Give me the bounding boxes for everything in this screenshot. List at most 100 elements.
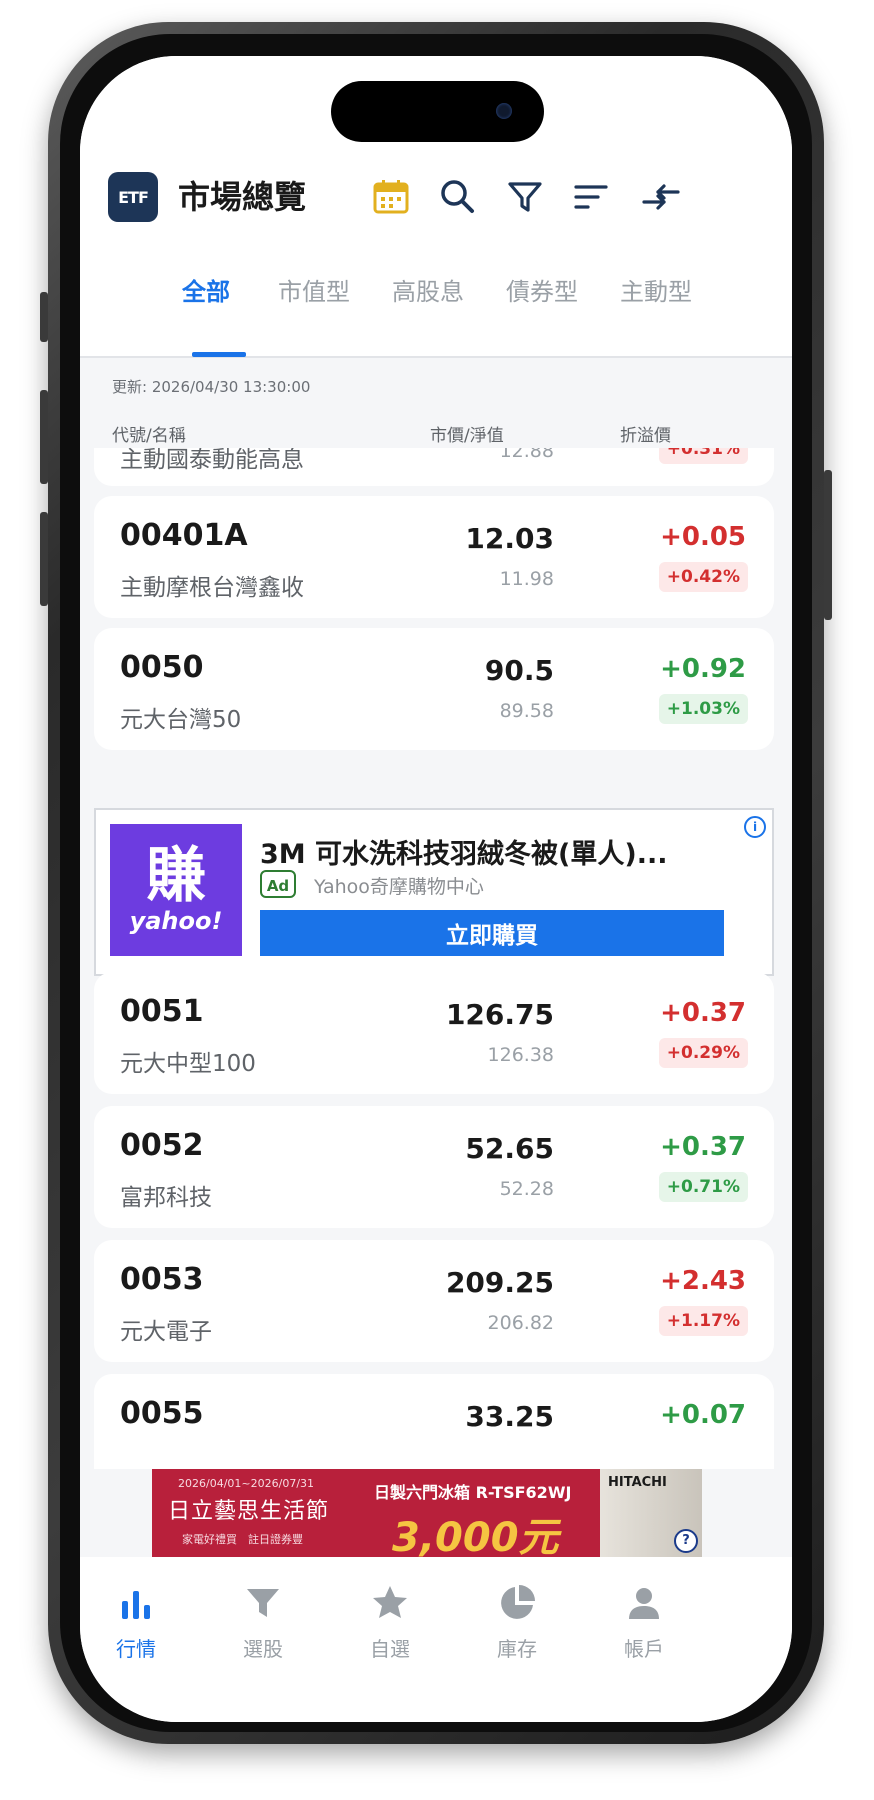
tab-indicator xyxy=(192,352,246,357)
nav-label: 選股 xyxy=(243,1637,283,1661)
etf-row[interactable]: 0050 元大台灣50 90.5 89.58 +0.92 +1.03% xyxy=(94,628,774,750)
banner-date: 2026/04/01~2026/07/31 xyxy=(178,1477,315,1490)
nav-label: 行情 xyxy=(116,1637,156,1661)
banner-headline: 日立藝思生活節 xyxy=(168,1499,330,1524)
side-button-action xyxy=(40,292,48,342)
yahoo-logo: yahoo! xyxy=(129,907,223,935)
etf-name: 元大電子 xyxy=(120,1319,212,1345)
etf-row[interactable]: 主動國泰動能高息 12.88 +0.31% xyxy=(94,448,774,486)
price-change: +0.05 xyxy=(660,522,746,552)
price-change: +0.37 xyxy=(660,1132,746,1162)
premium-percent: +0.29% xyxy=(658,1038,748,1068)
column-header-price-nav[interactable]: 市價/淨值 xyxy=(430,421,504,446)
premium-percent: +1.17% xyxy=(658,1306,748,1336)
price-change: +2.43 xyxy=(660,1266,746,1296)
tab-active[interactable]: 主動型 xyxy=(620,268,692,316)
fridge-image: HITACHI ? xyxy=(600,1469,702,1557)
etf-price: 126.75 xyxy=(445,998,554,1031)
nav-label: 帳戶 xyxy=(624,1637,664,1661)
nav-watchlist[interactable]: 自選 xyxy=(345,1583,435,1662)
search-icon[interactable] xyxy=(436,176,478,218)
tab-market-cap[interactable]: 市值型 xyxy=(278,268,350,316)
banner-product: 日製六門冰箱 R-TSF62WJ xyxy=(374,1483,572,1502)
filter-icon xyxy=(247,1589,279,1617)
etf-logo: ETF xyxy=(108,172,158,222)
promo-banner[interactable]: 2026/04/01~2026/07/31 日立藝思生活節 家電好禮買 註日證券… xyxy=(152,1469,702,1557)
etf-nav: 89.58 xyxy=(499,700,554,722)
app-screen: ETF 市場總覽 全部 市值型 高股息 債券型 主動型 更新: 2026/04/… xyxy=(80,56,792,1722)
compare-arrows-icon[interactable] xyxy=(640,176,682,218)
pie-chart-icon xyxy=(501,1585,535,1619)
bottom-navigation: 行情 選股 自選 庫存 帳戶 xyxy=(80,1557,792,1722)
etf-price: 33.25 xyxy=(465,1400,554,1433)
help-icon[interactable]: ? xyxy=(674,1529,698,1553)
etf-code: 0050 xyxy=(120,650,204,685)
logo-text: ETF xyxy=(118,187,149,207)
premium-percent: +0.71% xyxy=(658,1172,748,1202)
sort-icon[interactable] xyxy=(570,176,612,218)
etf-price: 52.65 xyxy=(465,1132,554,1165)
ad-badge: Ad xyxy=(260,870,296,898)
etf-code: 0053 xyxy=(120,1262,204,1297)
tab-all[interactable]: 全部 xyxy=(182,268,230,316)
side-button-volume-down xyxy=(40,512,48,606)
sponsored-ad[interactable]: 賺 yahoo! 3M 可水洗科技羽絨冬被(單人)... Ad Yahoo奇摩購… xyxy=(94,808,774,976)
category-tabs: 全部 市值型 高股息 債券型 主動型 xyxy=(80,268,792,357)
calendar-icon[interactable] xyxy=(370,176,412,218)
ad-buy-button[interactable]: 立即購買 xyxy=(260,910,724,956)
etf-code: 00401A xyxy=(120,518,248,553)
etf-row[interactable]: 0055 33.25 +0.07 xyxy=(94,1374,774,1469)
side-button-volume-up xyxy=(40,390,48,484)
premium-percent: +1.03% xyxy=(658,694,748,724)
price-change: +0.37 xyxy=(660,998,746,1028)
nav-label: 庫存 xyxy=(497,1637,537,1661)
tab-high-dividend[interactable]: 高股息 xyxy=(392,268,464,316)
column-header-premium[interactable]: 折溢價 xyxy=(620,421,671,446)
ad-info-icon[interactable]: i xyxy=(744,816,766,838)
etf-code: 0055 xyxy=(120,1396,204,1431)
user-icon xyxy=(629,1588,659,1619)
etf-name: 主動國泰動能高息 xyxy=(120,448,304,473)
etf-row[interactable]: 0051 元大中型100 126.75 126.38 +0.37 +0.29% xyxy=(94,972,774,1094)
etf-nav: 126.38 xyxy=(487,1044,554,1066)
column-header-code-name[interactable]: 代號/名稱 xyxy=(112,421,186,446)
ad-title[interactable]: 3M 可水洗科技羽絨冬被(單人)... xyxy=(260,832,668,871)
filter-icon[interactable] xyxy=(504,176,546,218)
etf-name: 元大中型100 xyxy=(120,1051,256,1077)
star-icon xyxy=(373,1586,407,1618)
etf-nav: 12.88 xyxy=(499,448,554,462)
dynamic-island xyxy=(331,81,544,142)
etf-name: 富邦科技 xyxy=(120,1185,212,1211)
ad-source: Yahoo奇摩購物中心 xyxy=(314,876,484,898)
etf-price: 90.5 xyxy=(484,654,554,687)
premium-percent: +0.31% xyxy=(658,448,748,464)
banner-amount: 3,000元 xyxy=(392,1515,559,1557)
etf-nav: 206.82 xyxy=(487,1312,554,1334)
etf-row[interactable]: 0052 富邦科技 52.65 52.28 +0.37 +0.71% xyxy=(94,1106,774,1228)
nav-market[interactable]: 行情 xyxy=(91,1583,181,1662)
nav-account[interactable]: 帳戶 xyxy=(599,1583,689,1662)
chart-bars-icon xyxy=(122,1591,150,1619)
side-button-power xyxy=(824,470,832,620)
price-change: +0.92 xyxy=(660,654,746,684)
nav-portfolio[interactable]: 庫存 xyxy=(472,1583,562,1662)
nav-label: 自選 xyxy=(370,1637,410,1661)
etf-name: 主動摩根台灣鑫收 xyxy=(120,575,304,601)
etf-name: 元大台灣50 xyxy=(120,707,242,733)
etf-row[interactable]: 00401A 主動摩根台灣鑫收 12.03 11.98 +0.05 +0.42% xyxy=(94,496,774,618)
etf-nav: 52.28 xyxy=(499,1178,554,1200)
update-timestamp: 更新: 2026/04/30 13:30:00 xyxy=(112,378,311,396)
page-title: 市場總覽 xyxy=(178,178,307,216)
etf-code: 0051 xyxy=(120,994,204,1029)
etf-price: 209.25 xyxy=(445,1266,554,1299)
ad-image-glyph: 賺 xyxy=(146,841,206,911)
camera-icon xyxy=(496,103,512,119)
etf-row[interactable]: 0053 元大電子 209.25 206.82 +2.43 +1.17% xyxy=(94,1240,774,1362)
etf-price: 12.03 xyxy=(465,522,554,555)
ad-image[interactable]: 賺 yahoo! xyxy=(110,824,242,956)
premium-percent: +0.42% xyxy=(658,562,748,592)
etf-code: 0052 xyxy=(120,1128,204,1163)
nav-screener[interactable]: 選股 xyxy=(218,1583,308,1662)
tab-bond[interactable]: 債券型 xyxy=(506,268,578,316)
etf-list: 主動國泰動能高息 12.88 +0.31% 00401A 主動摩根台灣鑫收 12… xyxy=(80,448,792,1469)
